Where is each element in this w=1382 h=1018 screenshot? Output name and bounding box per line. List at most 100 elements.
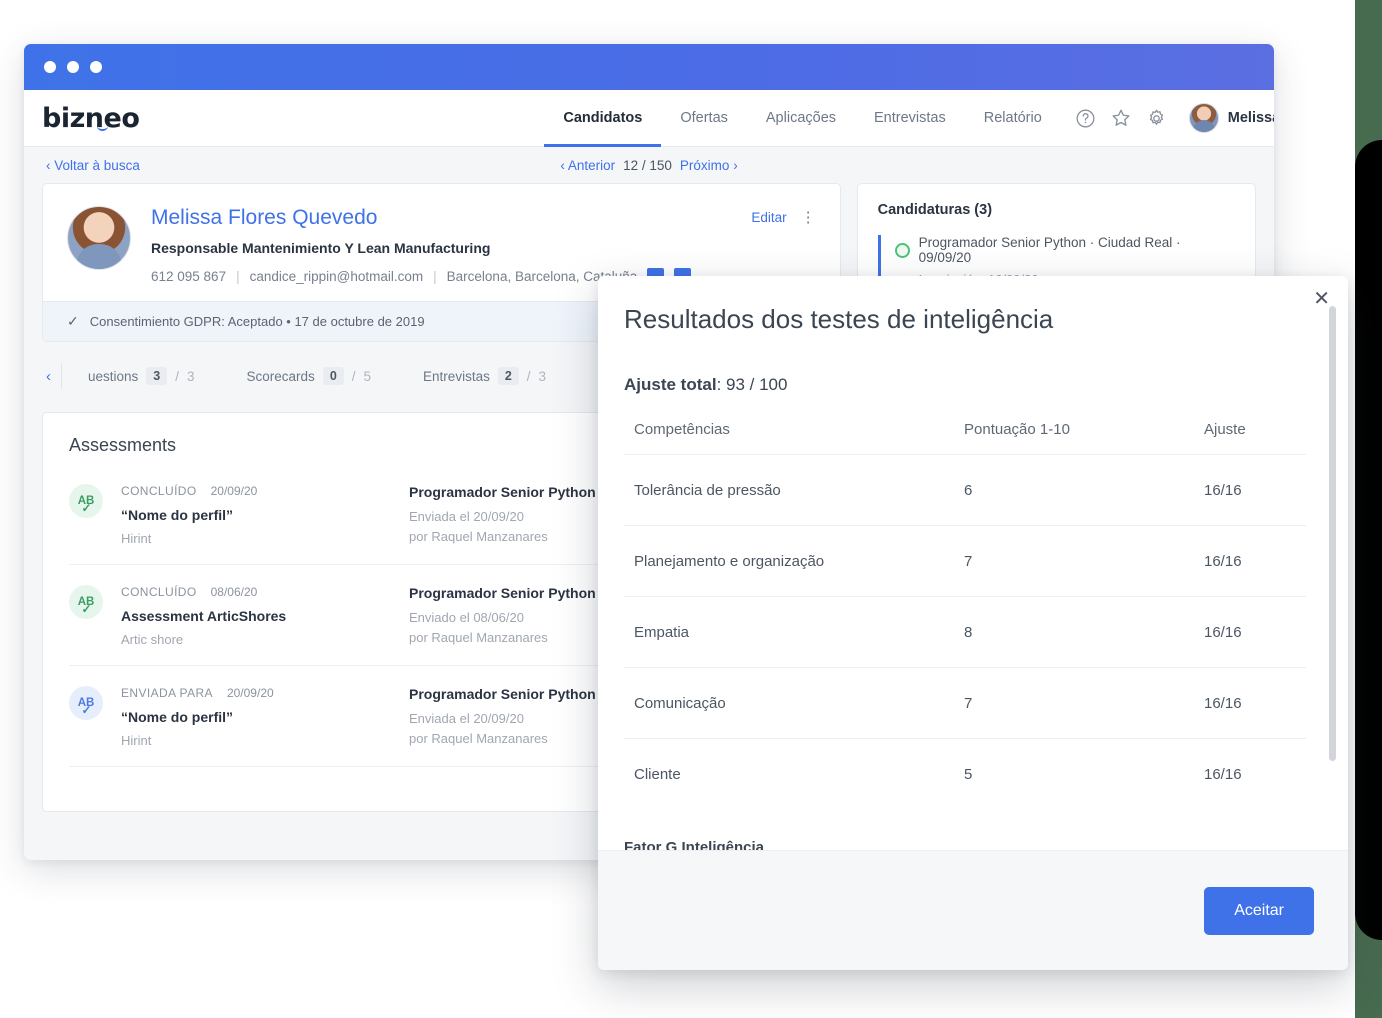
assessment-date: 20/09/20 (210, 484, 258, 498)
total-fit-label: Ajuste total (624, 375, 717, 394)
main-navbar: bizneo Candidatos Ofertas Aplicações Ent… (24, 90, 1274, 147)
table-row: Planejamento e organização 7 16/16 (624, 525, 1306, 597)
user-menu[interactable]: Melissa ⌄ (1188, 90, 1274, 146)
application-line: Programador Senior Python · Ciudad Real … (894, 235, 1235, 265)
accept-button[interactable]: Aceitar (1204, 886, 1314, 935)
table-row: Cliente 5 16/16 (624, 738, 1306, 809)
gdpr-text: Consentimiento GDPR: Aceptado • 17 de oc… (89, 314, 425, 329)
cell-competency: Cliente (624, 738, 954, 809)
total-fit-line: Ajuste total: 93 / 100 (624, 375, 1306, 395)
close-icon[interactable]: ✕ (1313, 289, 1330, 309)
help-circle-icon[interactable] (1075, 108, 1096, 129)
assessment-source: Artic shore (121, 632, 184, 647)
candidate-name[interactable]: Melissa Flores Quevedo (151, 206, 816, 230)
nav-links: Candidatos Ofertas Aplicações Entrevista… (544, 90, 1061, 147)
nav-item-candidatos[interactable]: Candidatos (544, 90, 662, 147)
nav-item-aplicacoes[interactable]: Aplicações (747, 90, 855, 146)
profile-actions: Editar ⋮ (751, 210, 815, 225)
section-heading-fator-g: Fator G Inteligência (624, 839, 765, 850)
nav-item-entrevistas[interactable]: Entrevistas (855, 90, 965, 146)
breadcrumb-bar: ‹ Voltar à busca ‹ Anterior 12 / 150 Pró… (24, 147, 1274, 183)
tab-questions[interactable]: uestions 3 / 3 (62, 367, 221, 385)
chevron-right-icon: › (733, 157, 738, 173)
screenshot-root: bizneo Candidatos Ofertas Aplicações Ent… (0, 0, 1382, 1018)
assessment-status-row: CONCLUÍDO 08/06/20 (121, 585, 409, 599)
status-circle-icon (894, 242, 910, 258)
table-row: Empatia 8 16/16 (624, 596, 1306, 668)
decorative-black-panel (1355, 140, 1382, 940)
logo-container[interactable]: bizneo (24, 90, 140, 146)
assessment-name: “Nome do perfil” (121, 507, 234, 523)
window-titlebar (24, 44, 1274, 90)
nav-label: Aplicações (765, 110, 837, 126)
more-options-icon[interactable]: ⋮ (801, 210, 816, 225)
total-fit-value: : 93 / 100 (716, 375, 788, 394)
cell-score: 8 (954, 596, 1194, 668)
window-close-dot[interactable] (44, 61, 56, 73)
modal-footer: Aceitar (598, 850, 1348, 970)
edit-button[interactable]: Editar (751, 210, 786, 225)
cell-competency: Tolerância de pressão (624, 454, 954, 526)
prev-button[interactable]: ‹ Anterior (560, 158, 615, 173)
back-label: Voltar à busca (54, 157, 140, 173)
cell-fit: 16/16 (1194, 738, 1306, 809)
assessment-left: ENVIADA PARA 20/09/20 “Nome do perfil” H… (121, 686, 409, 748)
separator: | (236, 269, 240, 284)
next-button[interactable]: Próximo › (680, 158, 738, 173)
table-header-row: Competências Pontuação 1-10 Ajuste (624, 421, 1306, 455)
candidate-email: candice_rippin@hotmail.com (249, 269, 424, 284)
cell-competency: Planejamento e organização (624, 525, 954, 597)
candidate-phone: 612 095 867 (151, 269, 227, 284)
nav-label: Entrevistas (874, 110, 946, 126)
pagination: ‹ Anterior 12 / 150 Próximo › (560, 158, 737, 173)
tab-slash: / (526, 368, 531, 384)
next-label: Próximo (679, 157, 730, 173)
nav-label: Candidatos (563, 110, 643, 126)
tab-count: 2 (497, 367, 519, 385)
col-score: Pontuação 1-10 (964, 421, 1070, 438)
check-icon: ✓ (81, 703, 92, 717)
tabs-scroll-left-icon[interactable]: ‹ (42, 368, 61, 385)
back-to-search-link[interactable]: ‹ Voltar à busca (46, 158, 140, 173)
candidate-job-title: Responsable Mantenimiento Y Lean Manufac… (151, 240, 491, 256)
assessment-status: ENVIADA PARA (121, 686, 213, 700)
candidate-photo (67, 206, 131, 270)
assessment-date: 20/09/20 (226, 686, 274, 700)
separator: | (433, 269, 437, 284)
cell-fit: 16/16 (1194, 454, 1306, 526)
table-row: Tolerância de pressão 6 16/16 (624, 454, 1306, 526)
chevron-left-icon: ‹ (560, 157, 565, 173)
modal-body: ✕ Resultados dos testes de inteligência … (598, 276, 1348, 850)
cell-score: 7 (954, 525, 1194, 597)
modal-content: Resultados dos testes de inteligência Aj… (598, 276, 1348, 850)
assessment-name: Assessment ArticShores (121, 608, 287, 624)
cell-score: 5 (954, 738, 1194, 809)
cell-competency: Empatia (624, 596, 954, 668)
col-fit: Ajuste (1204, 421, 1246, 438)
gear-icon[interactable] (1146, 108, 1167, 129)
window-minimize-dot[interactable] (67, 61, 79, 73)
tab-scorecards[interactable]: Scorecards 0 / 5 (221, 367, 398, 385)
assessment-status: CONCLUÍDO (121, 484, 197, 498)
avatar (1188, 103, 1219, 133)
tab-total: 3 (187, 368, 195, 384)
table-row: Comunicação 7 16/16 (624, 667, 1306, 739)
tab-label: Scorecards (246, 368, 315, 384)
tab-entrevistas[interactable]: Entrevistas 2 / 3 (397, 367, 572, 385)
bizneo-logo[interactable]: bizneo (42, 102, 140, 134)
tab-label: uestions (88, 368, 139, 384)
nav-item-relatorio[interactable]: Relatório (965, 90, 1061, 146)
nav-item-ofertas[interactable]: Ofertas (661, 90, 747, 146)
window-maximize-dot[interactable] (90, 61, 102, 73)
col-competency: Competências (634, 421, 730, 438)
modal-scrollbar[interactable] (1329, 306, 1336, 761)
tab-count: 3 (146, 367, 168, 385)
cell-competency: Comunicação (624, 667, 954, 739)
logo-text: bizneo (42, 102, 140, 134)
star-icon[interactable] (1110, 107, 1132, 129)
applications-heading: Candidaturas (3) (877, 202, 993, 218)
cell-fit: 16/16 (1194, 596, 1306, 668)
nav-label: Ofertas (680, 110, 728, 126)
assessment-left: CONCLUÍDO 08/06/20 Assessment ArticShore… (121, 585, 409, 647)
tab-slash: / (175, 368, 180, 384)
